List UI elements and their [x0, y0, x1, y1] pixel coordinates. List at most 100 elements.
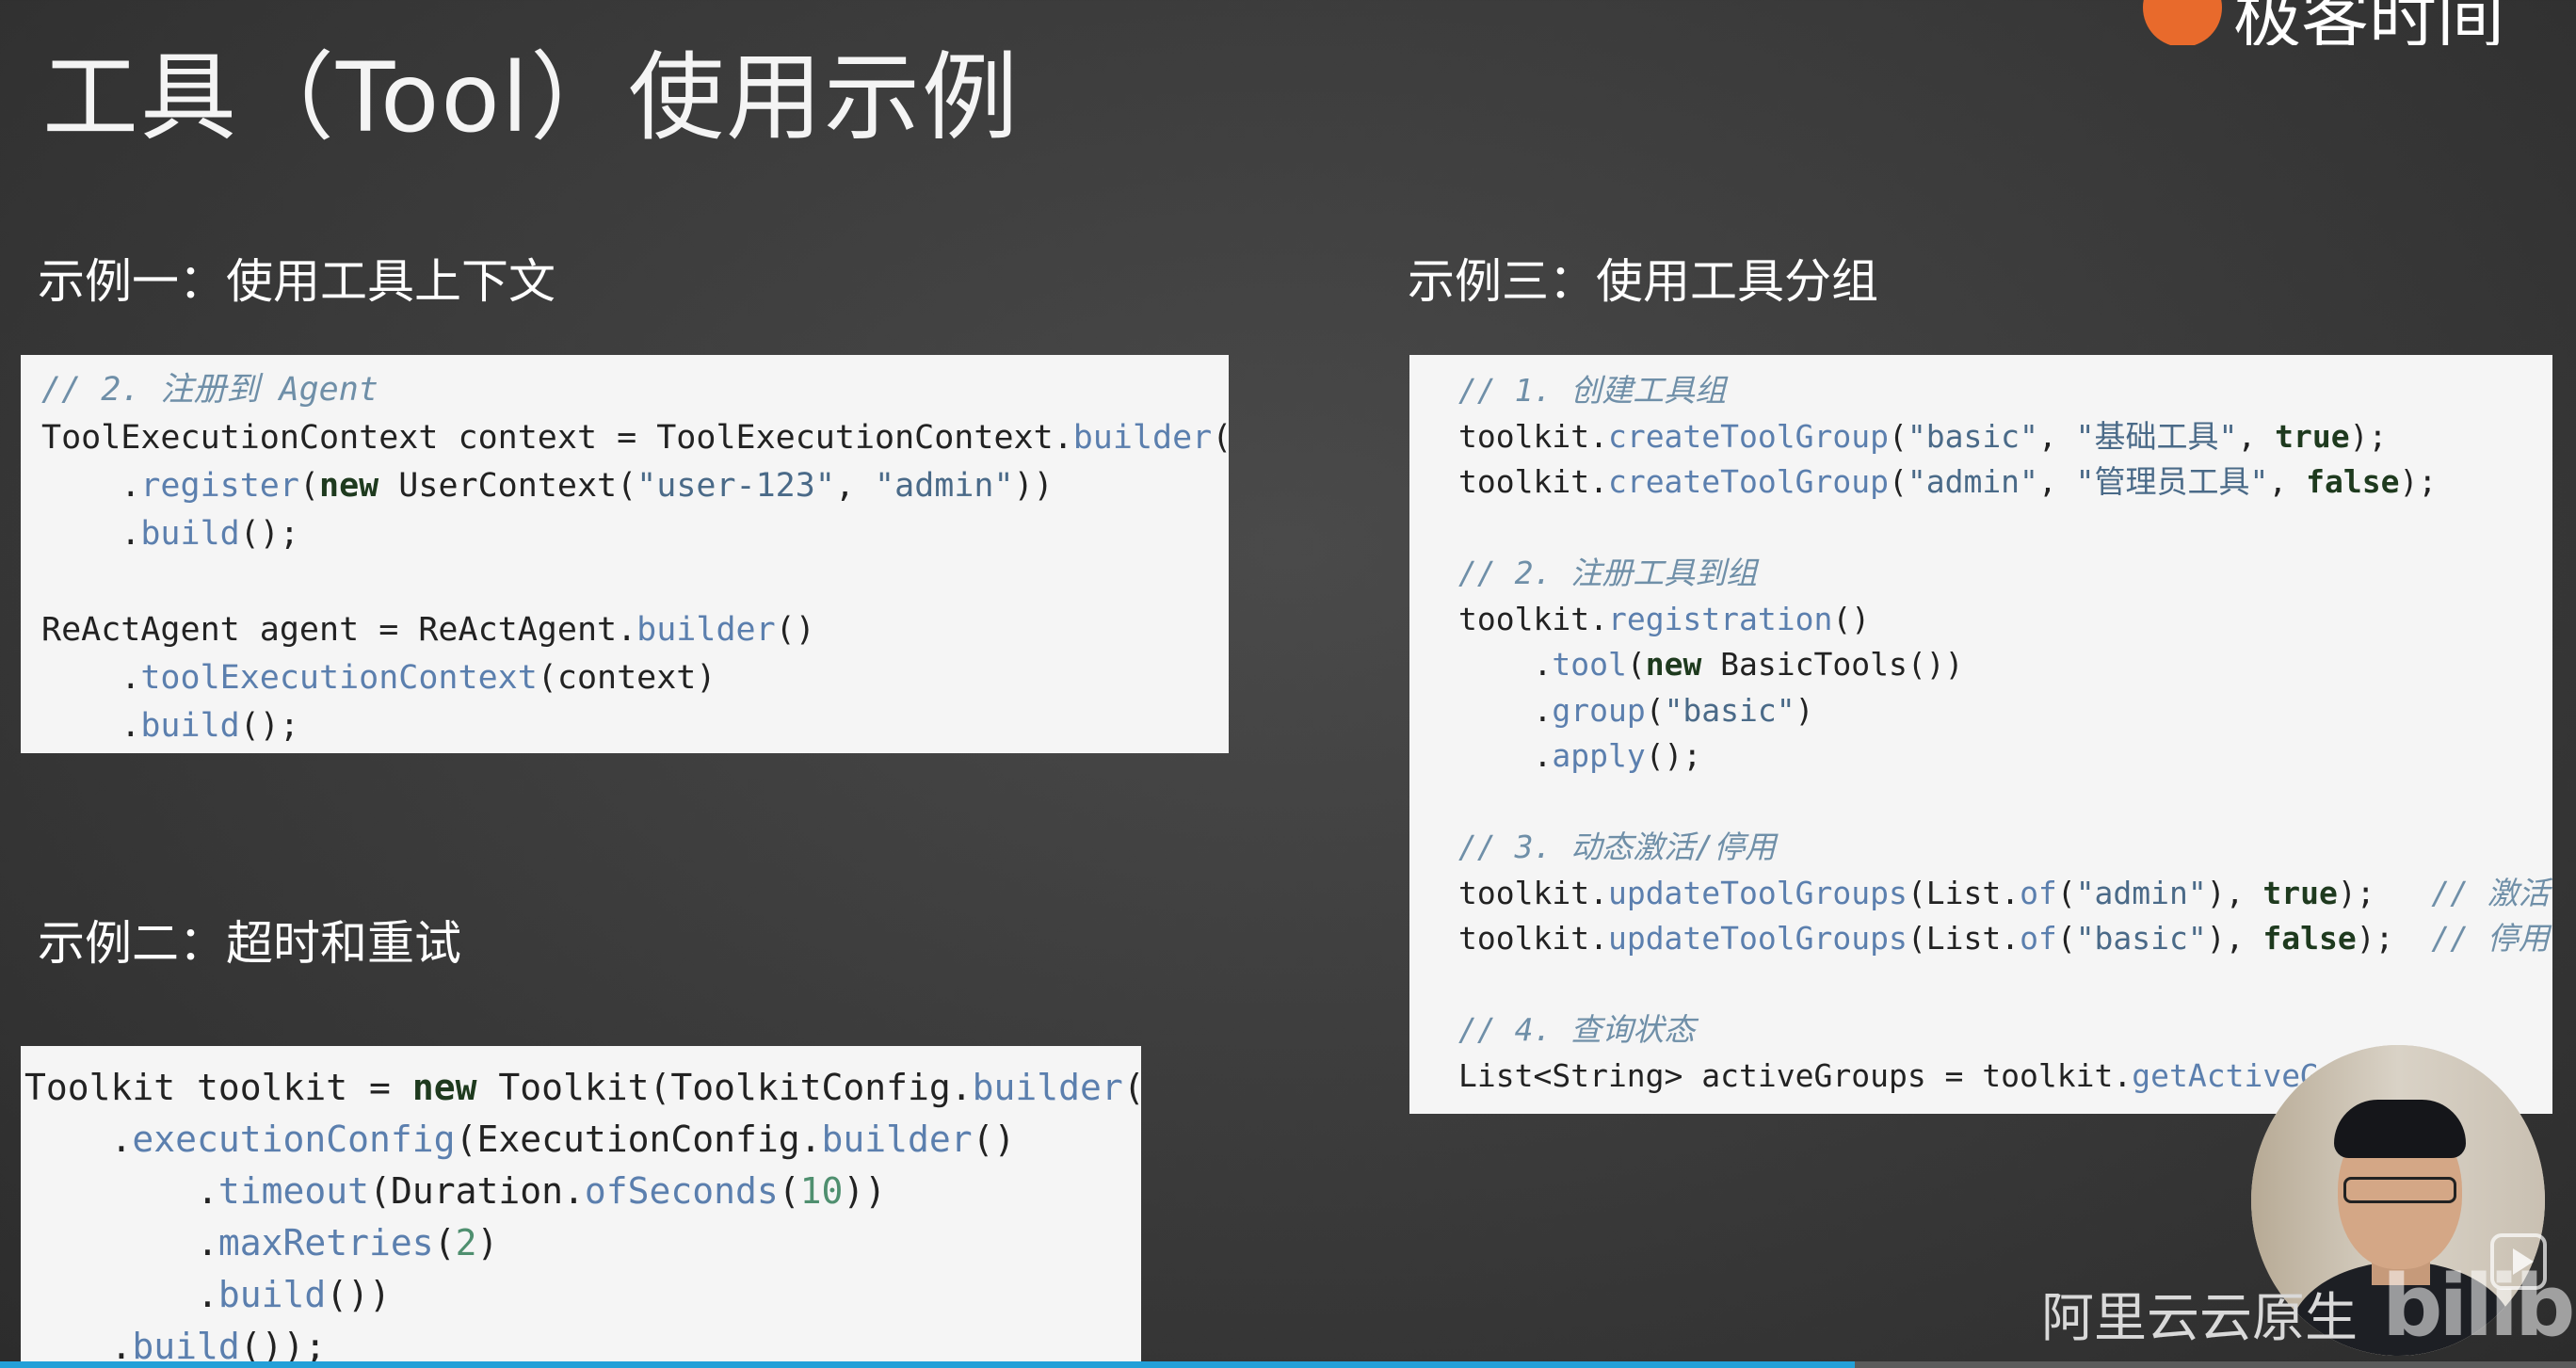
code-block-timeout-retry: Toolkit toolkit = new Toolkit(ToolkitCon… — [21, 1046, 1141, 1368]
code-token: , — [2268, 463, 2307, 500]
code-token: ( — [1888, 417, 1908, 455]
code-text: Toolkit toolkit = new Toolkit(ToolkitCon… — [21, 1046, 1141, 1368]
code-text: // 1. 创建工具组 toolkit.createToolGroup("basi… — [1409, 355, 2552, 1099]
code-token: builder — [636, 611, 776, 649]
code-token: toolkit. — [1458, 417, 1608, 455]
code-line: toolkit.createToolGroup("admin", "管理员工具"… — [1458, 459, 2552, 506]
glasses-icon — [2343, 1177, 2456, 1203]
code-token: (ExecutionConfig. — [455, 1119, 822, 1160]
code-line: Toolkit toolkit = new Toolkit(ToolkitCon… — [24, 1062, 1141, 1114]
code-token: ), — [2206, 920, 2263, 957]
code-token: UserContext( — [378, 467, 637, 505]
code-token: apply — [1552, 737, 1646, 774]
code-token: ( — [433, 1222, 456, 1263]
code-token: builder — [1072, 419, 1213, 457]
code-token: (); — [239, 707, 299, 745]
code-token: (); — [239, 515, 299, 553]
code-token: // 4. 查询状态 — [1458, 1011, 1696, 1048]
code-token: new — [411, 1067, 477, 1108]
code-token: toolkit. — [1458, 920, 1608, 957]
bilibili-logo: bilibili — [2382, 1257, 2576, 1356]
code-token: () — [972, 1119, 1016, 1160]
code-line: .toolExecutionContext(context) — [41, 654, 1229, 702]
code-token: , — [2237, 417, 2276, 455]
code-token: . — [41, 467, 141, 505]
code-token: 10 — [799, 1170, 844, 1212]
code-token: . — [41, 707, 141, 745]
code-token: . — [24, 1119, 133, 1160]
code-token: // 停用 — [2431, 920, 2550, 957]
code-token: (); — [1645, 737, 1702, 774]
code-token: builder — [972, 1067, 1123, 1108]
code-line: .executionConfig(ExecutionConfig.builder… — [24, 1114, 1141, 1166]
code-token: ReActAgent agent = ReActAgent. — [41, 611, 637, 649]
code-token: ( — [1626, 646, 1646, 683]
logo-text: 极客时间 — [2233, 0, 2505, 45]
video-progress-bar[interactable] — [0, 1361, 2576, 1368]
code-token: "基础工具" — [2075, 417, 2238, 455]
code-line: .timeout(Duration.ofSeconds(10)) — [24, 1166, 1141, 1217]
code-token: // 3. 动态激活/停用 — [1458, 829, 1777, 865]
code-token: of — [2020, 874, 2057, 911]
geektime-logo: 极客时间 — [2143, 0, 2576, 45]
code-token: . — [41, 515, 141, 553]
code-token: "basic" — [2075, 920, 2207, 957]
code-token: register — [140, 467, 299, 505]
code-token: toolkit. — [1458, 600, 1608, 637]
code-token: toolkit. — [1458, 463, 1608, 500]
code-token: , — [2037, 463, 2076, 500]
logo-mark-icon — [2143, 0, 2222, 45]
code-token: BasicTools()) — [1701, 646, 1964, 683]
code-token: Toolkit(ToolkitConfig. — [476, 1067, 973, 1108]
code-block-tool-context: // 2. 注册到 Agent ToolExecutionContext cont… — [21, 355, 1229, 753]
code-token: List<String> activeGroups = toolkit. — [1458, 1056, 2133, 1094]
code-token: "basic" — [1664, 691, 1795, 729]
example-one-heading: 示例一：使用工具上下文 — [38, 254, 555, 309]
code-token: ); — [2399, 463, 2438, 500]
code-token: Toolkit toolkit = — [24, 1067, 412, 1108]
code-token: ( — [2056, 920, 2076, 957]
code-token: ); — [2356, 920, 2432, 957]
code-line: ​ — [1458, 506, 2552, 552]
code-token: "user-123" — [636, 467, 835, 505]
code-token: ) — [476, 1222, 499, 1263]
code-token: () — [1832, 600, 1871, 637]
code-token: )) — [843, 1170, 887, 1212]
play-icon[interactable] — [2490, 1233, 2547, 1290]
code-token: ( — [2056, 874, 2076, 911]
code-line: ​ — [1458, 962, 2552, 1008]
example-three-heading: 示例三：使用工具分组 — [1408, 254, 1878, 309]
code-line: // 2. 注册到 Agent — [41, 366, 1229, 414]
code-token: . — [1458, 737, 1553, 774]
code-token: builder — [821, 1119, 973, 1160]
code-token: false — [2306, 463, 2400, 500]
code-token: maxRetries — [217, 1222, 434, 1263]
code-line: // 3. 动态激活/停用 — [1458, 825, 2552, 871]
code-token: (context) — [537, 659, 716, 697]
code-line: ToolExecutionContext context = ToolExecu… — [41, 414, 1229, 462]
code-token: true — [2262, 874, 2338, 911]
code-token: (Duration. — [369, 1170, 585, 1212]
code-token: ( — [778, 1170, 800, 1212]
code-token: () — [775, 611, 815, 649]
code-token: executionConfig — [132, 1119, 456, 1160]
code-token: ( — [1888, 463, 1908, 500]
code-line: ReActAgent agent = ReActAgent.builder() — [41, 606, 1229, 654]
code-token: ()) — [326, 1274, 391, 1315]
code-token: updateToolGroups — [1607, 920, 1908, 957]
code-token: ); — [2349, 417, 2388, 455]
code-token: ToolExecutionContext context = ToolExecu… — [41, 419, 1073, 457]
video-progress-fill — [0, 1361, 1855, 1368]
code-line: ​ — [1458, 780, 2552, 826]
code-token: . — [1458, 646, 1553, 683]
code-token: timeout — [217, 1170, 370, 1212]
page-title: 工具（Tool）使用示例 — [42, 42, 1021, 154]
code-line: ​ — [41, 558, 1229, 606]
code-token: "admin" — [2075, 874, 2207, 911]
code-line: toolkit.updateToolGroups(List.of("admin"… — [1458, 871, 2552, 917]
code-token: build — [217, 1274, 327, 1315]
code-line: .register(new UserContext("user-123", "a… — [41, 462, 1229, 510]
code-token: new — [319, 467, 379, 505]
code-token: . — [1458, 691, 1553, 729]
code-token: // 激活 — [2431, 874, 2550, 911]
